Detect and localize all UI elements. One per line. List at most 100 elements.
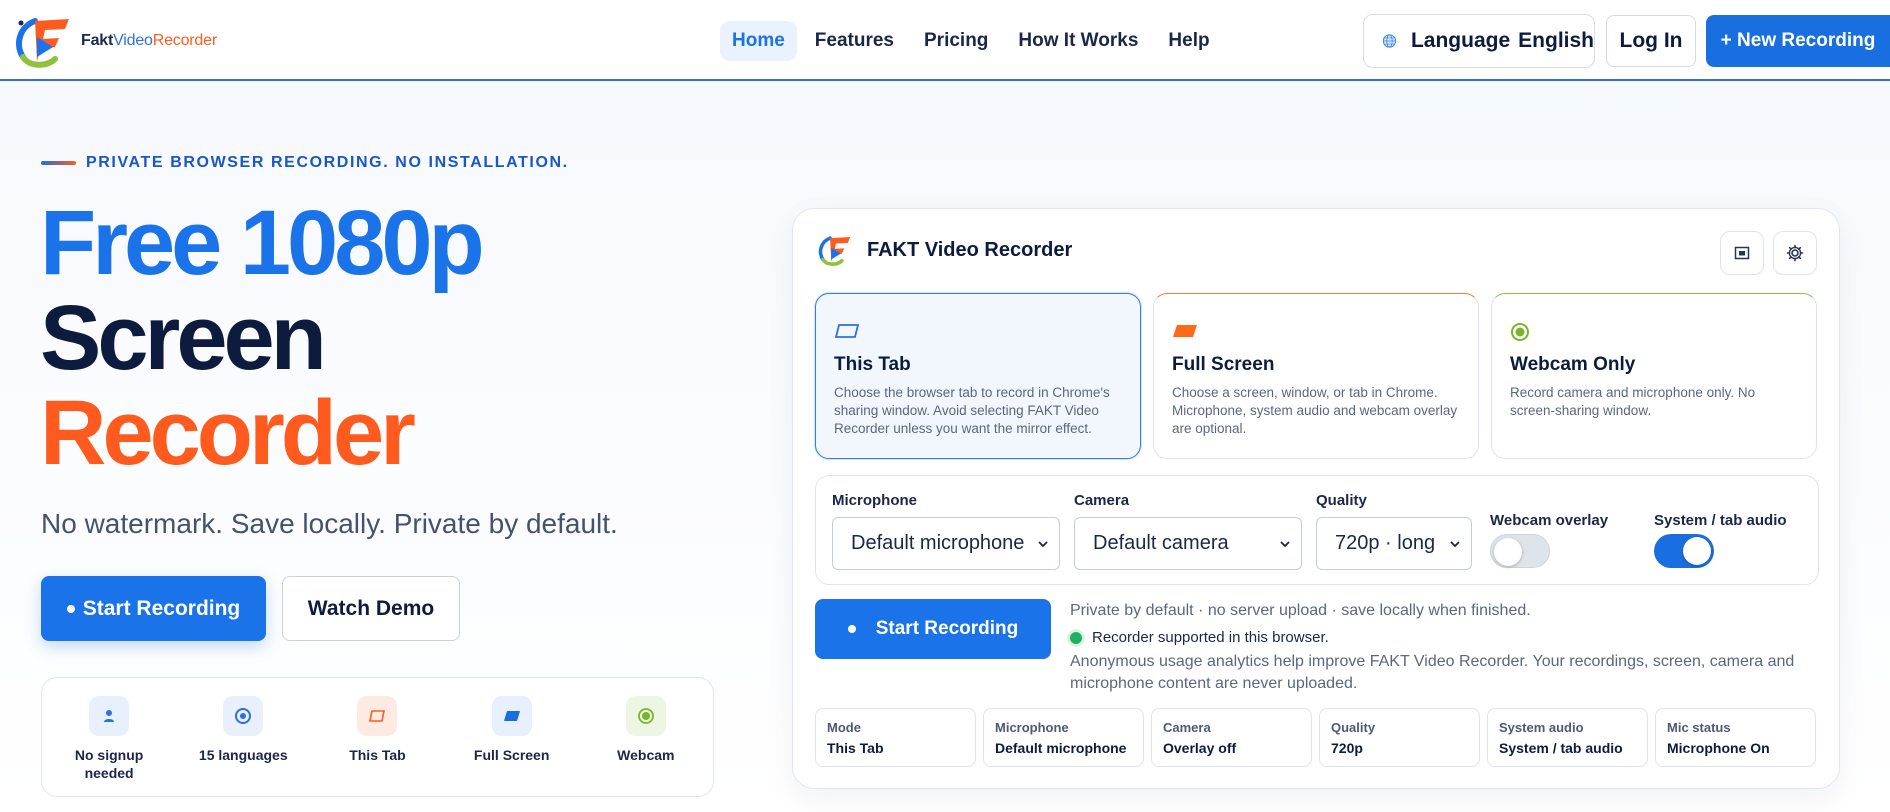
feature-label: Full Screen (473, 747, 550, 763)
mode-title: Full Screen (1172, 354, 1275, 375)
fakt-logo-icon (16, 18, 69, 68)
feature-highlights: No signup needed 15 languages This Tab F… (41, 677, 714, 797)
feature-this-tab: This Tab (322, 696, 432, 764)
watch-demo-button[interactable]: Watch Demo (282, 576, 460, 641)
system-audio-label: System / tab audio (1654, 512, 1787, 529)
stat-value: Overlay off (1163, 740, 1237, 756)
nav-help[interactable]: Help (1156, 21, 1221, 61)
stat-label: System audio (1499, 720, 1584, 735)
stat-mic-status: Mic status Microphone On (1655, 708, 1816, 767)
recording-settings: Microphone Default microphone Camera Def… (815, 475, 1819, 585)
stat-value: 720p (1331, 740, 1363, 756)
eyebrow-accent-line (41, 161, 76, 165)
record-dot-icon (847, 625, 856, 633)
toggle-knob (1494, 538, 1522, 566)
nav-features[interactable]: Features (803, 21, 906, 61)
tab-icon (834, 322, 1122, 342)
tab-icon (357, 696, 398, 736)
hero-title-line-3: Recorder (40, 382, 416, 484)
camera-select-value: Default camera (1093, 532, 1229, 554)
camera-label: Camera (1074, 492, 1130, 509)
globe-icon (1382, 34, 1397, 48)
screen-icon (491, 696, 532, 736)
chevron-down-icon (1450, 541, 1460, 548)
main-nav: Home Features Pricing How It Works Help (720, 21, 1222, 61)
stat-value: Default microphone (995, 740, 1127, 756)
stat-label: Quality (1331, 720, 1376, 735)
brand-name: FaktVideoRecorder (81, 32, 217, 49)
status-dot-icon (1070, 631, 1082, 644)
mode-card-this-tab[interactable]: This Tab Choose the browser tab to recor… (815, 293, 1141, 459)
nav-pricing[interactable]: Pricing (912, 21, 1000, 61)
mode-card-webcam-only[interactable]: Webcam Only Record camera and microphone… (1491, 293, 1817, 459)
stat-label: Microphone (995, 720, 1069, 735)
language-label: Language (1410, 29, 1511, 52)
language-selector[interactable]: Language English (1363, 14, 1595, 68)
feature-label: 15 languages (198, 747, 288, 763)
mode-title: This Tab (834, 354, 911, 375)
analytics-note: Anonymous usage analytics help improve F… (1070, 653, 1795, 692)
stat-camera: Camera Overlay off (1151, 708, 1312, 767)
brand-logo[interactable]: FaktVideoRecorder (13, 13, 217, 69)
feature-full-screen: Full Screen (457, 696, 567, 764)
stat-label: Mic status (1667, 720, 1731, 735)
nav-home[interactable]: Home (720, 21, 797, 61)
hero-title: Free 1080p Screen Recorder (40, 192, 485, 484)
feature-label: Webcam (617, 747, 675, 763)
hero-title-line-2: Screen (40, 287, 327, 389)
feature-no-signup: No signup needed (54, 696, 164, 782)
webcam-icon (1510, 322, 1798, 342)
webcam-overlay-toggle[interactable] (1490, 534, 1550, 568)
panel-start-recording-label: Start Recording (875, 618, 1019, 639)
language-value: English (1518, 29, 1594, 52)
microphone-select-value: Default microphone (851, 532, 1025, 554)
feature-label: No signup needed (74, 747, 144, 781)
microphone-select[interactable]: Default microphone (832, 517, 1060, 570)
browser-support-text: Recorder supported in this browser. (1092, 629, 1329, 646)
quality-select[interactable]: 720p · long (1316, 517, 1472, 570)
stat-value: System / tab audio (1499, 740, 1623, 756)
hero-start-recording-label: Start Recording (82, 596, 241, 620)
microphone-label: Microphone (832, 492, 917, 509)
quality-label: Quality (1316, 492, 1367, 509)
feature-webcam: Webcam (591, 696, 701, 764)
settings-button[interactable] (1773, 231, 1817, 275)
stat-microphone: Microphone Default microphone (983, 708, 1144, 767)
top-navigation-bar: FaktVideoRecorder Home Features Pricing … (0, 0, 1890, 81)
hero-start-recording-button[interactable]: Start Recording (41, 576, 266, 641)
stat-value: Microphone On (1667, 740, 1770, 756)
target-icon (223, 696, 264, 736)
nav-how-it-works[interactable]: How It Works (1006, 21, 1150, 61)
mode-description: Choose the browser tab to record in Chro… (834, 385, 1110, 436)
stat-label: Camera (1163, 720, 1211, 735)
mode-description: Record camera and microphone only. No sc… (1510, 385, 1756, 418)
mode-description: Choose a screen, window, or tab in Chrom… (1172, 385, 1458, 436)
chevron-down-icon (1038, 541, 1048, 548)
mode-card-full-screen[interactable]: Full Screen Choose a screen, window, or … (1153, 293, 1479, 459)
browser-support-status: Recorder supported in this browser. (1070, 629, 1329, 646)
privacy-note: Private by default · no server upload · … (1070, 602, 1531, 619)
mode-title: Webcam Only (1510, 354, 1636, 375)
stat-value: This Tab (827, 740, 884, 756)
hero-subtitle: No watermark. Save locally. Private by d… (41, 508, 618, 539)
new-recording-button[interactable]: + New Recording (1706, 15, 1890, 67)
login-button[interactable]: Log In (1606, 15, 1696, 67)
hero-title-line-1: Free 1080p (40, 192, 485, 294)
panel-header: FAKT Video Recorder (817, 233, 1072, 267)
stat-label: Mode (827, 720, 861, 735)
panel-title: FAKT Video Recorder (867, 238, 1073, 261)
recorder-panel: FAKT Video Recorder This Tab Choose the … (792, 208, 1840, 789)
stat-system-audio: System audio System / tab audio (1487, 708, 1648, 767)
webcam-icon (625, 696, 666, 736)
feature-label: This Tab (349, 747, 406, 763)
system-audio-toggle[interactable] (1654, 534, 1714, 568)
webcam-overlay-label: Webcam overlay (1490, 512, 1609, 529)
picture-in-picture-button[interactable] (1720, 231, 1764, 275)
panel-start-recording-button[interactable]: Start Recording (815, 599, 1051, 659)
stat-mode: Mode This Tab (815, 708, 976, 767)
camera-select[interactable]: Default camera (1074, 517, 1302, 570)
quality-select-value: 720p · long (1335, 532, 1436, 554)
pip-icon (1734, 246, 1750, 260)
record-dot-icon (66, 604, 75, 613)
person-icon (89, 696, 130, 736)
